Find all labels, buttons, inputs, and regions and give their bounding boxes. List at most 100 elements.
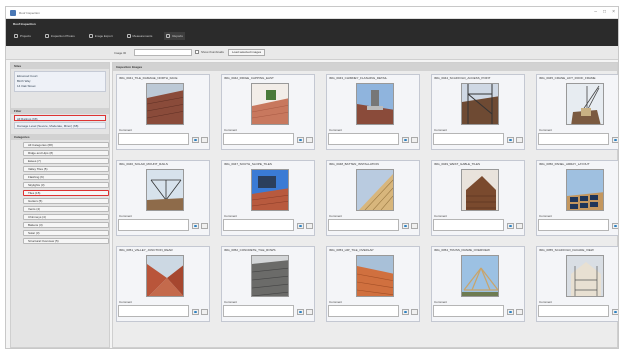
category-button[interactable]: Vents (4) (23, 206, 109, 212)
card-options-button[interactable] (306, 309, 313, 315)
image-card[interactable]: IMG_0046_SOLAR_MOUNT_RAILS Comment (116, 160, 210, 236)
image-card[interactable]: IMG_0053_HIP_TILE_OVERLAP Comment (326, 246, 420, 322)
view-image-button[interactable] (612, 137, 618, 143)
image-card[interactable]: IMG_0044_SCAFFOLD_ACCESS_POINT Comment (431, 74, 525, 150)
card-comment-field[interactable] (538, 305, 609, 317)
filter-input[interactable] (134, 49, 192, 56)
card-comment-field[interactable] (328, 305, 399, 317)
card-comment-field[interactable] (118, 133, 189, 145)
card-comment-field[interactable] (433, 305, 504, 317)
damage-level-select[interactable]: Damage Level (Severe, Moderate, Minor) (… (14, 122, 106, 129)
image-card[interactable]: IMG_0054_TRUSS_FRAME_OVERVIEW Comment (431, 246, 525, 322)
category-button[interactable]: Structural Overview (5) (23, 238, 109, 244)
card-comment-field[interactable] (433, 219, 504, 231)
category-button[interactable]: Chimneys (4) (23, 214, 109, 220)
category-button[interactable]: Solar (3) (23, 230, 109, 236)
card-photo[interactable] (461, 83, 499, 125)
view-image-button[interactable] (507, 309, 514, 315)
card-options-button[interactable] (201, 137, 208, 143)
card-photo[interactable] (356, 255, 394, 297)
image-card[interactable]: IMG_0050_PANEL_ARRAY_LAYOUT Comment (536, 160, 618, 236)
maximize-icon[interactable]: □ (603, 9, 606, 16)
card-options-button[interactable] (201, 223, 208, 229)
category-button[interactable]: Gutters (5) (23, 198, 109, 204)
minimize-icon[interactable]: – (594, 9, 597, 16)
card-comment-field[interactable] (328, 133, 399, 145)
view-image-button[interactable] (297, 309, 304, 315)
image-card[interactable]: IMG_0043_CHIMNEY_FLASHING_DETAIL Comment (326, 74, 420, 150)
card-comment-field[interactable] (223, 219, 294, 231)
category-button[interactable]: Eaves (7) (23, 158, 109, 164)
tab-inspection-photos[interactable]: Inspection Photos (43, 32, 77, 40)
card-options-button[interactable] (516, 223, 523, 229)
view-image-button[interactable] (612, 223, 618, 229)
image-card[interactable]: IMG_0041_TILE_DAMAGE_NORTH_FACE Comment (116, 74, 210, 150)
category-button[interactable]: Flashing (6) (23, 174, 109, 180)
view-image-button[interactable] (402, 223, 409, 229)
card-comment-field[interactable] (433, 133, 504, 145)
card-options-button[interactable] (411, 309, 418, 315)
image-card[interactable]: IMG_0049_WEST_GABLE_TILES Comment (431, 160, 525, 236)
tab-projects[interactable]: Projects (12, 32, 33, 40)
card-options-button[interactable] (516, 137, 523, 143)
card-photo[interactable] (461, 255, 499, 297)
card-options-button[interactable] (516, 309, 523, 315)
tab-reports[interactable]: Reports (164, 32, 185, 40)
card-options-button[interactable] (411, 223, 418, 229)
card-photo[interactable] (251, 255, 289, 297)
category-button[interactable]: Battens (3) (23, 222, 109, 228)
card-photo[interactable] (356, 83, 394, 125)
category-button[interactable]: Tiles (15) (23, 190, 109, 196)
view-image-button[interactable] (612, 309, 618, 315)
filter-selected-item[interactable]: All Ratings (68) (14, 115, 106, 121)
image-card[interactable]: IMG_0047_SOUTH_SLOPE_TILES Comment (221, 160, 315, 236)
card-photo[interactable] (566, 169, 604, 211)
card-photo[interactable] (356, 169, 394, 211)
image-card[interactable]: IMG_0051_VALLEY_JUNCTION_REAR Comment (116, 246, 210, 322)
card-photo[interactable] (146, 169, 184, 211)
card-photo[interactable] (566, 255, 604, 297)
image-card[interactable]: IMG_0045_CRANE_LIFT_ROOF_FRAME Comment (536, 74, 618, 150)
view-image-button[interactable] (507, 137, 514, 143)
card-options-button[interactable] (411, 137, 418, 143)
card-comment-field[interactable] (223, 133, 294, 145)
card-comment-field[interactable] (118, 305, 189, 317)
card-comment-field[interactable] (328, 219, 399, 231)
view-image-button[interactable] (402, 309, 409, 315)
card-photo[interactable] (461, 169, 499, 211)
card-comment-field[interactable] (538, 133, 609, 145)
view-image-button[interactable] (402, 137, 409, 143)
view-image-button[interactable] (192, 137, 199, 143)
image-card[interactable]: IMG_0055_SCAFFOLD_FACADE_VIEW Comment (536, 246, 618, 322)
checkbox-icon[interactable] (195, 50, 199, 54)
card-photo[interactable] (566, 83, 604, 125)
card-options-button[interactable] (306, 137, 313, 143)
card-comment-field[interactable] (118, 219, 189, 231)
card-comment-field[interactable] (223, 305, 294, 317)
card-photo[interactable] (146, 83, 184, 125)
site-item[interactable]: 14 Oak Street (17, 84, 103, 89)
load-images-button[interactable]: Load selected images (228, 49, 266, 56)
view-image-button[interactable] (297, 137, 304, 143)
card-photo[interactable] (146, 255, 184, 297)
image-card[interactable]: IMG_0052_CONCRETE_TILE_ROWS Comment (221, 246, 315, 322)
image-card[interactable]: IMG_0048_BATTEN_INSTALLATION Comment (326, 160, 420, 236)
thumbnails-checkbox[interactable]: Show thumbnails (195, 50, 224, 54)
card-photo[interactable] (251, 169, 289, 211)
category-button[interactable]: All Categories (68) (23, 142, 109, 148)
image-card[interactable]: IMG_0042_RIDGE_CAPPING_EAST Comment (221, 74, 315, 150)
card-options-button[interactable] (306, 223, 313, 229)
view-image-button[interactable] (192, 223, 199, 229)
card-options-button[interactable] (201, 309, 208, 315)
category-button[interactable]: Skylights (3) (23, 182, 109, 188)
card-photo[interactable] (251, 83, 289, 125)
tab-measurements[interactable]: Measurements (125, 32, 155, 40)
close-icon[interactable]: × (612, 9, 615, 16)
category-button[interactable]: Ridge and Hips (8) (23, 150, 109, 156)
card-comment-field[interactable] (538, 219, 609, 231)
view-image-button[interactable] (297, 223, 304, 229)
view-image-button[interactable] (192, 309, 199, 315)
category-button[interactable]: Valley Tiles (5) (23, 166, 109, 172)
view-image-button[interactable] (507, 223, 514, 229)
tab-image-export[interactable]: Image Export (87, 32, 115, 40)
